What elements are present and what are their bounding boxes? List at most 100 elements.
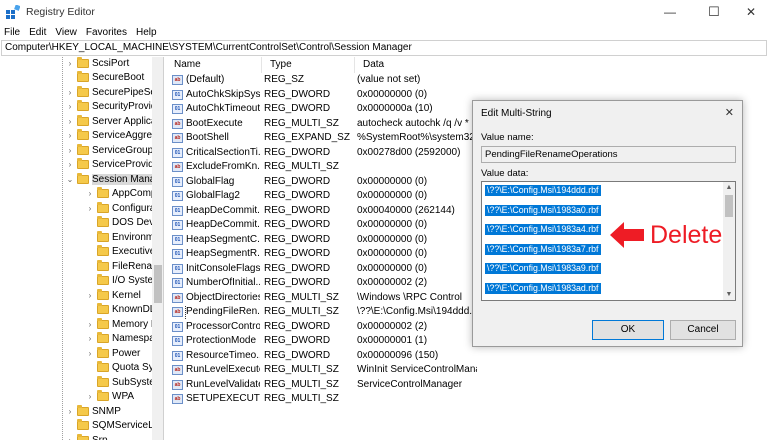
chevron-right-icon[interactable]: › bbox=[66, 117, 74, 126]
tree-item-label: WPA bbox=[112, 391, 135, 402]
menu-file[interactable]: File bbox=[4, 27, 20, 38]
value-type: REG_DWORD bbox=[264, 248, 331, 259]
multi-string-line[interactable]: \??\E:\Config.Msi\1983ad.rbf bbox=[485, 282, 601, 294]
tree-item[interactable]: › Kernel bbox=[86, 288, 141, 302]
tree-item[interactable]: › SNMP bbox=[66, 404, 121, 418]
value-data-scrollbar[interactable]: ▲ ▼ bbox=[723, 182, 735, 300]
chevron-right-icon[interactable]: › bbox=[66, 146, 74, 155]
folder-icon bbox=[77, 158, 89, 169]
key-tree[interactable]: › ScsiPort SecureBoot › SecurePipeSer › Securi… bbox=[0, 57, 164, 440]
chevron-right-icon[interactable]: › bbox=[66, 407, 74, 416]
menu-favorites[interactable]: Favorites bbox=[86, 27, 127, 38]
value-name: ExcludeFromKn... bbox=[186, 161, 260, 172]
tree-item[interactable]: › ServiceProvide bbox=[66, 158, 159, 172]
scroll-up-arrow-icon[interactable]: ▲ bbox=[723, 182, 735, 193]
tree-item[interactable]: › ServiceGroupC bbox=[66, 143, 160, 157]
chevron-right-icon[interactable]: › bbox=[66, 102, 74, 111]
value-row[interactable]: ab (Default) REG_SZ (value not set) bbox=[166, 73, 766, 88]
tree-item-label: ServiceProvide bbox=[92, 159, 160, 170]
string-value-icon: ab bbox=[172, 162, 183, 173]
value-name-field[interactable]: PendingFileRenameOperations bbox=[481, 146, 736, 163]
tree-item[interactable]: › Memory M bbox=[86, 317, 159, 331]
maximize-button[interactable]: ☐ bbox=[693, 0, 735, 24]
tree-item-label: ServiceGroupC bbox=[92, 144, 161, 156]
value-data: ServiceControlManager bbox=[357, 378, 463, 390]
column-header-data[interactable]: Data bbox=[355, 57, 755, 73]
menu-bar: File Edit View Favorites Help bbox=[0, 24, 768, 40]
delete-annotation-text: Delete bbox=[650, 220, 723, 249]
tree-item-label: ServiceAggreg bbox=[92, 130, 158, 141]
tree-item[interactable]: › ScsiPort bbox=[66, 57, 129, 70]
chevron-right-icon[interactable]: › bbox=[86, 349, 94, 358]
value-name: RunLevelValidate bbox=[186, 378, 260, 390]
chevron-right-icon[interactable]: › bbox=[66, 160, 74, 169]
value-data: 0x00000000 (0) bbox=[357, 190, 428, 201]
cancel-button[interactable]: Cancel bbox=[670, 320, 736, 340]
minimize-button[interactable]: — bbox=[649, 0, 691, 24]
value-row[interactable]: 01 ResourceTimeo... REG_DWORD 0x00000096 (1… bbox=[166, 349, 766, 364]
ok-button[interactable]: OK bbox=[592, 320, 664, 340]
multi-string-line[interactable]: \??\E:\Config.Msi\1983a7.rbf bbox=[485, 243, 601, 255]
multi-string-line[interactable]: \??\E:\Config.Msi\1983a9.rbf bbox=[485, 263, 601, 274]
value-data: 0x00000000 (0) bbox=[357, 233, 428, 245]
chevron-right-icon[interactable]: › bbox=[66, 436, 74, 440]
folder-icon bbox=[97, 245, 109, 256]
tree-item[interactable]: Executive bbox=[86, 245, 155, 259]
tree-item[interactable]: › Server Applica bbox=[66, 114, 156, 128]
chevron-right-icon[interactable]: › bbox=[66, 131, 74, 140]
tree-item[interactable]: SQMServiceLis bbox=[66, 419, 161, 433]
string-value-icon: ab bbox=[172, 307, 183, 318]
tree-item[interactable]: › AppCompa bbox=[86, 187, 162, 201]
value-name-label: Value name: bbox=[481, 132, 534, 143]
tree-item[interactable]: › SecurePipeSer bbox=[66, 85, 159, 99]
multi-string-line[interactable]: \??\E:\Config.Msi\1983a4.rbf bbox=[485, 224, 601, 235]
tree-item[interactable]: I/O System bbox=[86, 274, 161, 288]
chevron-right-icon[interactable]: › bbox=[86, 204, 94, 213]
menu-edit[interactable]: Edit bbox=[29, 27, 46, 38]
multi-string-line[interactable]: \??\E:\Config.Msi\1983a0.rbf bbox=[485, 204, 601, 216]
tree-item[interactable]: › WPA bbox=[86, 390, 134, 404]
address-bar[interactable]: Computer\HKEY_LOCAL_MACHINE\SYSTEM\Curre… bbox=[1, 40, 767, 56]
folder-icon bbox=[77, 404, 89, 416]
value-name: CriticalSectionTi... bbox=[186, 146, 260, 158]
column-header-name[interactable]: Name bbox=[166, 57, 262, 73]
chevron-right-icon[interactable]: › bbox=[86, 291, 94, 300]
close-button[interactable]: ✕ bbox=[730, 0, 768, 24]
chevron-right-icon[interactable]: › bbox=[86, 189, 94, 198]
folder-icon bbox=[97, 317, 109, 329]
tree-item-label: SecureBoot bbox=[92, 72, 145, 83]
tree-item-label: Server Applica bbox=[92, 115, 157, 127]
tree-item[interactable]: › Power bbox=[86, 346, 140, 360]
value-name: BootShell bbox=[186, 132, 229, 143]
menu-help[interactable]: Help bbox=[136, 27, 157, 38]
value-name: HeapDeCommit... bbox=[186, 204, 260, 216]
scroll-down-arrow-icon[interactable]: ▼ bbox=[723, 289, 735, 300]
value-type: REG_DWORD bbox=[264, 103, 331, 114]
red-arrow-left-icon bbox=[610, 222, 644, 248]
tree-item[interactable]: › Configurati bbox=[86, 201, 160, 215]
tree-scrollbar[interactable] bbox=[152, 57, 163, 440]
chevron-down-icon[interactable]: ⌄ bbox=[66, 175, 74, 184]
tree-scrollbar-thumb[interactable] bbox=[154, 265, 162, 303]
tree-item[interactable]: › Srp bbox=[66, 433, 108, 440]
column-header-type[interactable]: Type bbox=[262, 57, 355, 73]
chevron-right-icon[interactable]: › bbox=[86, 320, 94, 329]
dialog-close-button[interactable]: ✕ bbox=[725, 106, 734, 119]
tree-item[interactable]: ⌄ Session Manag bbox=[66, 172, 161, 186]
tree-item[interactable]: SecureBoot bbox=[66, 71, 144, 85]
folder-icon bbox=[77, 100, 89, 111]
menu-view[interactable]: View bbox=[55, 27, 77, 38]
value-type: REG_DWORD bbox=[264, 175, 331, 187]
multi-string-line[interactable]: \??\E:\Config.Msi\194ddd.rbf bbox=[485, 185, 601, 196]
value-data-scrollbar-thumb[interactable] bbox=[725, 195, 733, 217]
chevron-right-icon[interactable]: › bbox=[86, 334, 94, 343]
value-row[interactable]: ab RunLevelExecute REG_MULTI_SZ WinInit Ser… bbox=[166, 363, 766, 378]
value-row[interactable]: ab SETUPEXECUTE REG_MULTI_SZ bbox=[166, 392, 766, 407]
chevron-right-icon[interactable]: › bbox=[86, 392, 94, 401]
chevron-right-icon[interactable]: › bbox=[66, 88, 74, 97]
tree-item[interactable]: › SecurityProvid bbox=[66, 100, 156, 114]
value-row[interactable]: ab RunLevelValidate REG_MULTI_SZ ServiceCon… bbox=[166, 378, 766, 393]
tree-item[interactable]: › ServiceAggreg bbox=[66, 129, 158, 143]
value-data: 0x00000000 (0) bbox=[357, 219, 428, 230]
chevron-right-icon[interactable]: › bbox=[66, 59, 74, 68]
